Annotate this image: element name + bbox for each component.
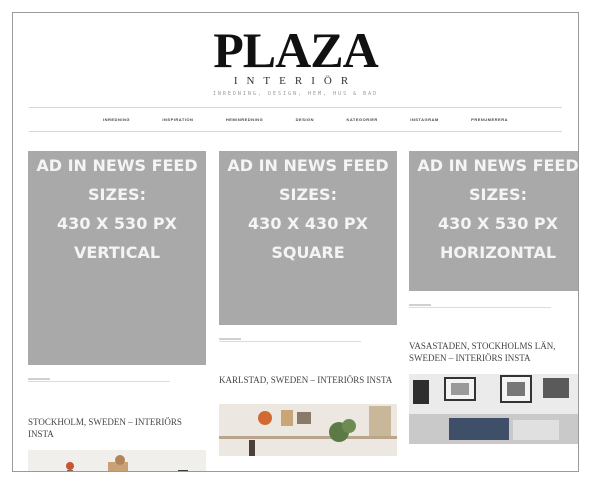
- nav-item-inredning[interactable]: INREDNING: [103, 117, 130, 122]
- ad-line: AD IN NEWS FEED: [227, 156, 389, 175]
- ad-placeholder-horizontal[interactable]: AD IN NEWS FEED SIZES: 430 X 530 PX HORI…: [409, 151, 579, 291]
- ad-line: 430 X 430 PX: [248, 214, 368, 233]
- post-separator: [409, 304, 552, 308]
- nav-item-inspiration[interactable]: INSPIRATION: [162, 117, 193, 122]
- nav-item-instagram[interactable]: INSTAGRAM: [410, 117, 438, 122]
- ad-line: 430 X 530 PX: [438, 214, 558, 233]
- post-photo[interactable]: [28, 450, 206, 471]
- post-title[interactable]: VASASTADEN, STOCKHOLMS LÄN, SWEDEN – INT…: [409, 340, 578, 364]
- ad-line: AD IN NEWS FEED: [417, 156, 579, 175]
- nav-item-heminredning[interactable]: HEMINREDNING: [226, 117, 263, 122]
- ad-line: VERTICAL: [73, 243, 161, 262]
- post-separator: [219, 338, 362, 342]
- site-logo[interactable]: PLAZA: [13, 25, 578, 75]
- post-photo-image: [219, 396, 397, 456]
- nav-item-prenumerera[interactable]: PRENUMERERA: [471, 117, 508, 122]
- header-divider-bottom: [29, 131, 562, 132]
- nav-item-design[interactable]: DESIGN: [296, 117, 314, 122]
- feed-column-3: AD IN NEWS FEED SIZES: 430 X 530 PX HORI…: [409, 151, 579, 444]
- feed-column-1: AD IN NEWS FEED SIZES: 430 X 530 PX VERT…: [28, 151, 206, 471]
- site-logo-subtitle: INTERIÖR: [233, 75, 358, 87]
- ad-placeholder-vertical[interactable]: AD IN NEWS FEED SIZES: 430 X 530 PX VERT…: [28, 151, 206, 365]
- ad-line: AD IN NEWS FEED: [36, 156, 198, 175]
- ad-placeholder-square[interactable]: AD IN NEWS FEED SIZES: 430 X 430 PX SQUA…: [219, 151, 397, 325]
- post-photo[interactable]: [409, 374, 578, 444]
- ad-line: SQUARE: [271, 243, 345, 262]
- main-nav: INREDNING INSPIRATION HEMINREDNING DESIG…: [103, 117, 508, 122]
- post-title[interactable]: KARLSTAD, SWEDEN – INTERIÖRS INSTA: [219, 374, 397, 386]
- post-separator: [28, 378, 171, 382]
- post-photo-image: [28, 450, 206, 471]
- site-tagline: INREDNING, DESIGN, HEM, HUS & BAD: [212, 91, 379, 97]
- post-photo[interactable]: [219, 396, 397, 456]
- post-photo-image: [409, 374, 578, 444]
- nav-item-kategorier[interactable]: KATEGORIER: [346, 117, 377, 122]
- post-title[interactable]: STOCKHOLM, SWEDEN – INTERIÖRS INSTA: [28, 416, 206, 440]
- header-divider-top: [29, 107, 562, 108]
- page-frame: PLAZA INTERIÖR INREDNING, DESIGN, HEM, H…: [12, 12, 579, 472]
- ad-line: 430 X 530 PX: [57, 214, 177, 233]
- ad-line: SIZES:: [279, 185, 337, 204]
- ad-line: HORIZONTAL: [439, 243, 557, 262]
- ad-line: SIZES:: [88, 185, 146, 204]
- ad-line: SIZES:: [469, 185, 527, 204]
- feed-column-2: AD IN NEWS FEED SIZES: 430 X 430 PX SQUA…: [219, 151, 397, 456]
